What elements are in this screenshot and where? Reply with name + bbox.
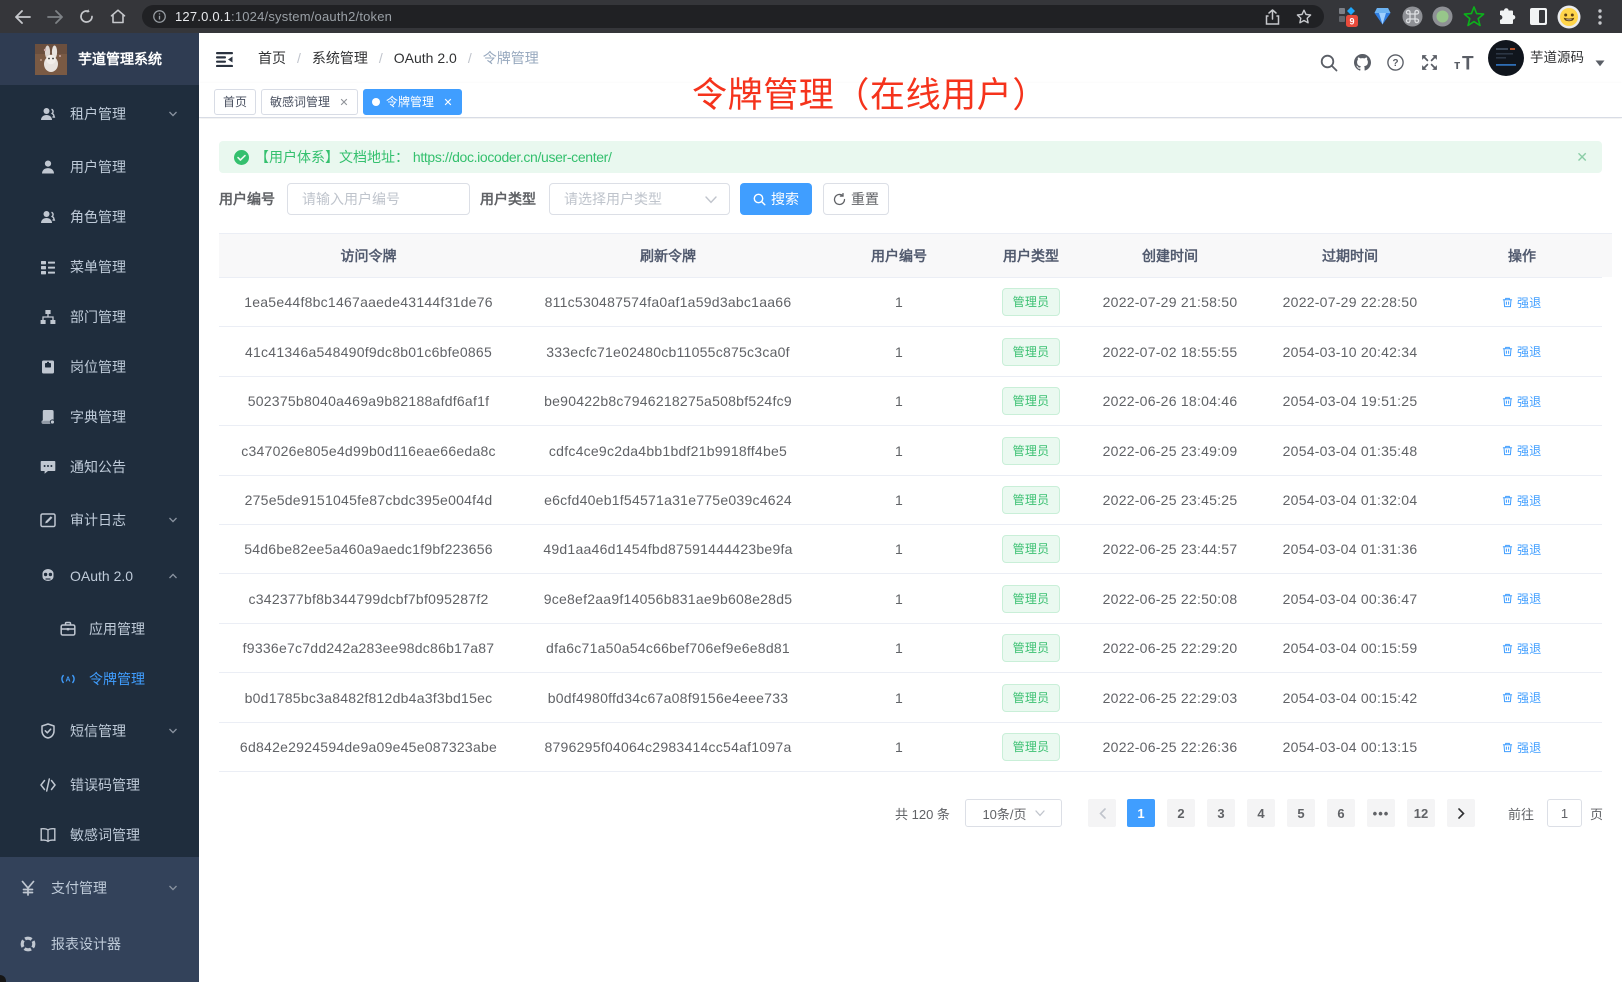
svg-text:т: т [1454,57,1460,72]
svg-text:A: A [65,677,70,684]
svg-text:T: T [1462,54,1474,72]
svg-text:9: 9 [1349,16,1354,26]
svg-text:?: ? [1392,58,1398,69]
